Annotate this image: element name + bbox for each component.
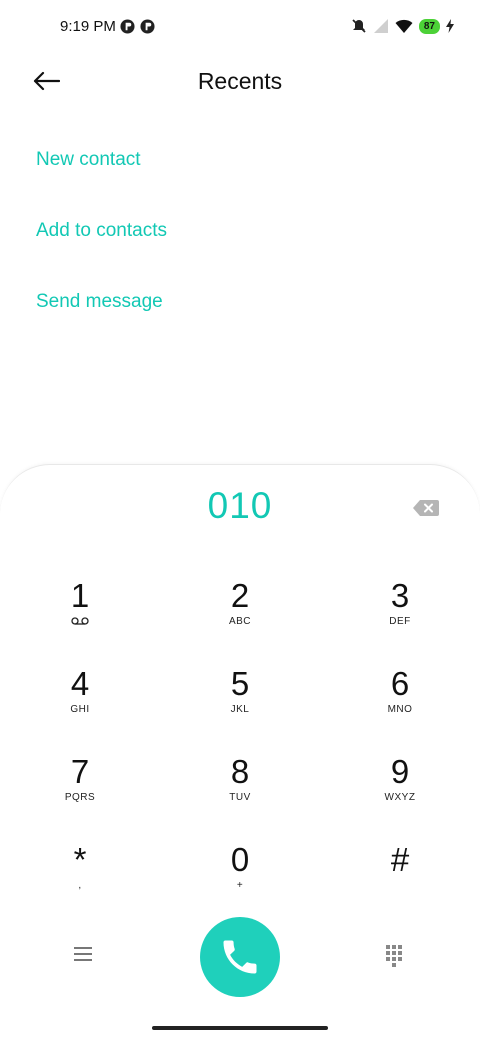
key-4[interactable]: 4 GHI (0, 665, 160, 753)
key-8[interactable]: 8 TUV (160, 753, 320, 841)
add-to-contacts-link[interactable]: Add to contacts (36, 211, 167, 282)
key-7[interactable]: 7 PQRS (0, 753, 160, 841)
signal-icon (373, 19, 388, 33)
key-digit: 5 (230, 665, 250, 702)
key-digit: * (73, 841, 87, 878)
key-digit: 4 (70, 665, 90, 702)
key-digit: 1 (70, 577, 90, 614)
key-3[interactable]: 3 DEF (320, 577, 480, 665)
voicemail-icon (71, 616, 89, 630)
keypad-row: 1 2 ABC 3 DEF (0, 577, 480, 665)
key-letters: DEF (389, 616, 411, 627)
key-letters: TUV (229, 792, 251, 803)
send-message-link[interactable]: Send message (36, 282, 167, 353)
key-letters: ABC (228, 616, 252, 627)
header: Recents (0, 56, 480, 108)
key-2[interactable]: 2 ABC (160, 577, 320, 665)
key-letters: GHI (70, 704, 90, 715)
key-letters: , (78, 880, 82, 891)
key-letters: MNO (387, 704, 413, 715)
dialpad-icon (386, 945, 402, 967)
key-hash[interactable]: # (320, 841, 480, 929)
key-9[interactable]: 9 WXYZ (320, 753, 480, 841)
dialer-actions (0, 917, 480, 997)
keypad-row: 7 PQRS 8 TUV 9 WXYZ (0, 753, 480, 841)
key-digit: 9 (390, 753, 410, 790)
key-digit: 8 (230, 753, 250, 790)
key-digit: 7 (70, 753, 90, 790)
key-6[interactable]: 6 MNO (320, 665, 480, 753)
charging-icon (446, 19, 454, 33)
wifi-icon (395, 19, 413, 33)
keypad: 1 2 ABC 3 DEF 4 GHI 5 JKL 6 MNO 7 PQRS 8… (0, 577, 480, 929)
menu-button[interactable] (72, 945, 98, 967)
key-star[interactable]: * , (0, 841, 160, 929)
dialed-number: 010 (207, 485, 273, 526)
silent-icon (352, 19, 366, 33)
key-1[interactable]: 1 (0, 577, 160, 665)
status-bar: 9:19 PM 87 (0, 0, 480, 56)
key-letters: WXYZ (384, 792, 416, 803)
key-digit: 6 (390, 665, 410, 702)
page-title: Recents (197, 68, 283, 94)
key-digit: # (390, 841, 410, 878)
phone-icon (223, 940, 257, 974)
status-right-icons: 87 (351, 18, 454, 34)
status-time: 9:19 PM (60, 18, 116, 35)
battery-icon: 87 (418, 18, 440, 34)
notification-icon (140, 19, 155, 34)
key-letters: JKL (230, 704, 250, 715)
action-menu: New contact Add to contacts Send message (36, 140, 167, 353)
dialpad-toggle-button[interactable] (384, 943, 406, 969)
new-contact-link[interactable]: New contact (36, 140, 167, 211)
key-5[interactable]: 5 JKL (160, 665, 320, 753)
key-digit: 0 (230, 841, 250, 878)
home-indicator[interactable] (152, 1026, 328, 1030)
keypad-row: * , 0 + # (0, 841, 480, 929)
backspace-button[interactable] (412, 499, 442, 519)
key-digit: 2 (230, 577, 250, 614)
key-letters: PQRS (64, 792, 96, 803)
hamburger-icon (74, 947, 92, 961)
notification-icon (120, 19, 135, 34)
call-button[interactable] (200, 917, 280, 997)
key-letters: + (236, 880, 244, 891)
keypad-row: 4 GHI 5 JKL 6 MNO (0, 665, 480, 753)
dialpad-panel: 010 1 2 ABC 3 DEF 4 GHI 5 JKL 6 MNO 7 PQ… (0, 464, 480, 1040)
backspace-icon (413, 500, 439, 516)
key-digit: 3 (390, 577, 410, 614)
key-0[interactable]: 0 + (160, 841, 320, 929)
status-left-icons (120, 19, 155, 34)
